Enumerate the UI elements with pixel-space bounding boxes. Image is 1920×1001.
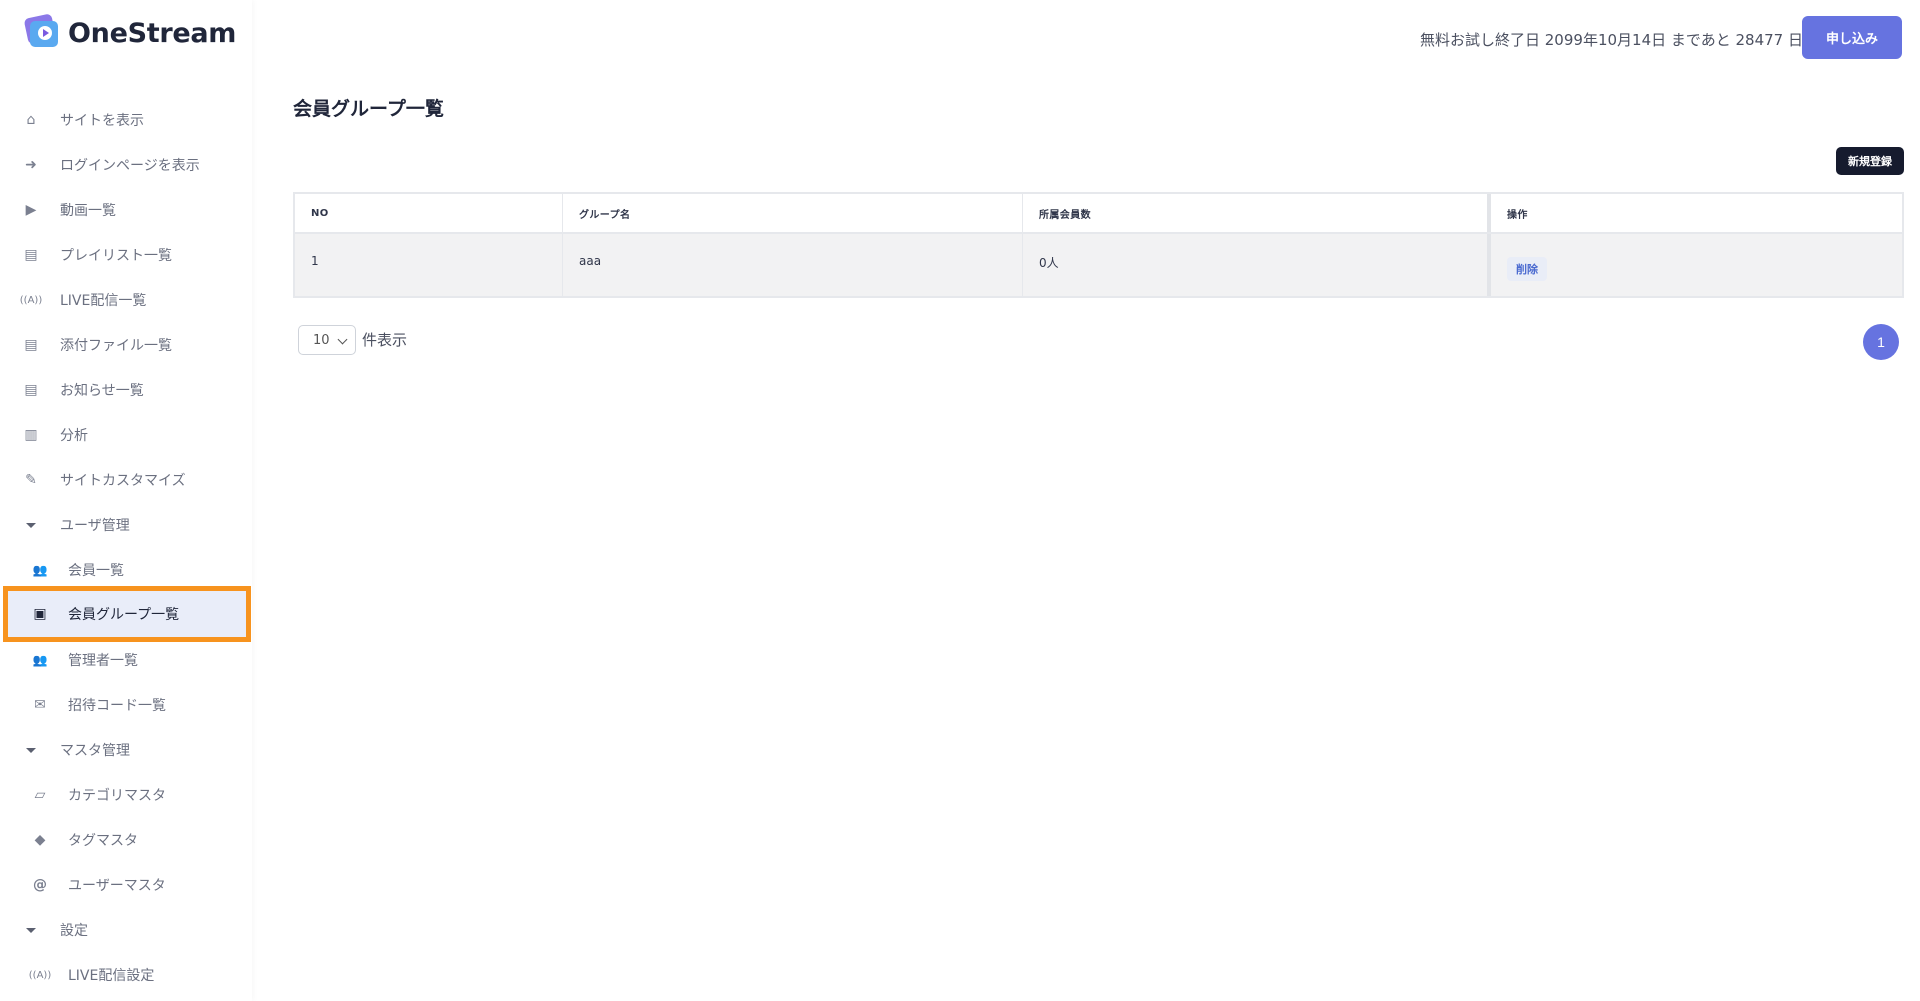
users-cog-icon: 👥 bbox=[32, 653, 48, 667]
envelope-icon: ✉ bbox=[34, 697, 46, 713]
sidebar-item-members[interactable]: 👥 会員一覧 bbox=[0, 552, 252, 588]
delete-button[interactable]: 削除 bbox=[1507, 257, 1547, 281]
sidebar-item-label: 分析 bbox=[60, 428, 88, 444]
at-icon: @ bbox=[33, 877, 47, 893]
images-icon: ▤ bbox=[24, 337, 38, 353]
sidebar-item-playlists[interactable]: ▤ プレイリスト一覧 bbox=[0, 237, 252, 273]
sidebar-item-label: ユーザーマスタ bbox=[68, 878, 166, 894]
sidebar-item-attachments[interactable]: ▤ 添付ファイル一覧 bbox=[0, 327, 252, 363]
per-page-value: 10 bbox=[313, 332, 330, 348]
member-group-table: NO グループ名 所属会員数 操作 1 aaa 0人 削除 bbox=[293, 192, 1904, 298]
home-icon: ⌂ bbox=[26, 112, 36, 128]
broadcast-icon: ((A)) bbox=[28, 969, 52, 981]
sidebar-item-label: サイトカスタマイズ bbox=[60, 473, 186, 489]
sidebar: OneStream ⌂ サイトを表示 ➜ ログインページを表示 ▶ 動画一覧 ▤… bbox=[0, 0, 252, 1001]
apply-button[interactable]: 申し込み bbox=[1802, 16, 1902, 59]
sidebar-section-user-management[interactable]: ユーザ管理 bbox=[0, 507, 252, 543]
table-row: 1 aaa 0人 削除 bbox=[295, 234, 1902, 296]
per-page-select[interactable]: 10 bbox=[298, 325, 356, 355]
sidebar-item-label: 動画一覧 bbox=[60, 203, 116, 219]
sidebar-item-label: お知らせ一覧 bbox=[60, 383, 144, 399]
sidebar-item-user-master[interactable]: @ ユーザーマスタ bbox=[0, 867, 252, 903]
caret-down-icon bbox=[22, 516, 40, 534]
column-header-no[interactable]: NO bbox=[295, 194, 563, 232]
sidebar-item-label: カテゴリマスタ bbox=[68, 788, 166, 804]
column-header-member-count[interactable]: 所属会員数 bbox=[1023, 194, 1491, 232]
sidebar-item-label: プレイリスト一覧 bbox=[60, 248, 172, 264]
broadcast-icon: ((A)) bbox=[19, 294, 43, 306]
sidebar-item-label: LIVE配信一覧 bbox=[60, 293, 147, 309]
onestream-logo-icon bbox=[23, 13, 60, 50]
video-icon: ▶ bbox=[25, 202, 37, 218]
logo[interactable]: OneStream bbox=[23, 13, 237, 50]
cell-group-name: aaa bbox=[563, 234, 1023, 296]
sidebar-item-category-master[interactable]: ▱ カテゴリマスタ bbox=[0, 777, 252, 813]
folder-open-icon: ▱ bbox=[34, 787, 46, 803]
caret-down-icon bbox=[22, 741, 40, 759]
sidebar-item-admins[interactable]: 👥 管理者一覧 bbox=[0, 642, 252, 678]
sign-in-icon: ➜ bbox=[25, 157, 37, 173]
sidebar-item-label: サイトを表示 bbox=[60, 113, 144, 129]
per-page-label: 件表示 bbox=[362, 331, 408, 349]
sidebar-item-label: ログインページを表示 bbox=[60, 158, 200, 174]
users-icon: 👥 bbox=[32, 563, 48, 577]
caret-down-icon bbox=[22, 921, 40, 939]
sidebar-item-live[interactable]: ((A)) LIVE配信一覧 bbox=[0, 282, 252, 318]
bar-chart-icon: ▥ bbox=[24, 427, 38, 443]
sidebar-item-live-settings[interactable]: ((A)) LIVE配信設定 bbox=[0, 957, 252, 993]
cell-no: 1 bbox=[295, 234, 563, 296]
sidebar-item-analytics[interactable]: ▥ 分析 bbox=[0, 417, 252, 453]
sidebar-item-view-site[interactable]: ⌂ サイトを表示 bbox=[0, 102, 252, 138]
group-icon: ▣ bbox=[33, 606, 47, 622]
images-icon: ▤ bbox=[24, 247, 38, 263]
page-title: 会員グループ一覧 bbox=[293, 98, 444, 120]
sidebar-item-invite-codes[interactable]: ✉ 招待コード一覧 bbox=[0, 687, 252, 723]
sidebar-item-label: 添付ファイル一覧 bbox=[60, 338, 172, 354]
sidebar-item-news[interactable]: ▤ お知らせ一覧 bbox=[0, 372, 252, 408]
cell-actions: 削除 bbox=[1491, 234, 1902, 296]
sidebar-item-view-login[interactable]: ➜ ログインページを表示 bbox=[0, 147, 252, 183]
sidebar-item-label: 管理者一覧 bbox=[68, 653, 138, 669]
sidebar-item-member-groups[interactable]: ▣ 会員グループ一覧 bbox=[3, 586, 251, 642]
sidebar-section-settings[interactable]: 設定 bbox=[0, 912, 252, 948]
table-header: NO グループ名 所属会員数 操作 bbox=[295, 194, 1902, 234]
sidebar-item-label: マスタ管理 bbox=[60, 743, 130, 759]
sidebar-item-label: タグマスタ bbox=[68, 833, 138, 849]
edit-icon: ✎ bbox=[25, 472, 37, 488]
new-registration-button[interactable]: 新規登録 bbox=[1836, 147, 1904, 175]
sidebar-item-label: ユーザ管理 bbox=[60, 518, 130, 534]
sidebar-item-tag-master[interactable]: ◆ タグマスタ bbox=[0, 822, 252, 858]
sidebar-item-videos[interactable]: ▶ 動画一覧 bbox=[0, 192, 252, 228]
sidebar-item-label: 会員一覧 bbox=[68, 563, 124, 579]
sidebar-item-label: 設定 bbox=[60, 923, 88, 939]
logo-text: OneStream bbox=[68, 17, 237, 49]
column-header-group-name[interactable]: グループ名 bbox=[563, 194, 1023, 232]
sidebar-item-customize[interactable]: ✎ サイトカスタマイズ bbox=[0, 462, 252, 498]
tags-icon: ◆ bbox=[34, 832, 46, 848]
sidebar-section-master-management[interactable]: マスタ管理 bbox=[0, 732, 252, 768]
trial-status-text: 無料お試し終了日 2099年10月14日 まであと 28477 日 bbox=[1420, 31, 1803, 49]
sidebar-item-label: LIVE配信設定 bbox=[68, 968, 155, 984]
sidebar-item-label: 会員グループ一覧 bbox=[68, 607, 180, 623]
chevron-down-icon bbox=[337, 334, 348, 345]
images-icon: ▤ bbox=[24, 382, 38, 398]
pagination-page-button[interactable]: 1 bbox=[1863, 324, 1899, 360]
sidebar-item-label: 招待コード一覧 bbox=[68, 698, 166, 714]
column-header-actions: 操作 bbox=[1507, 209, 1528, 221]
cell-member-count: 0人 bbox=[1023, 234, 1491, 296]
